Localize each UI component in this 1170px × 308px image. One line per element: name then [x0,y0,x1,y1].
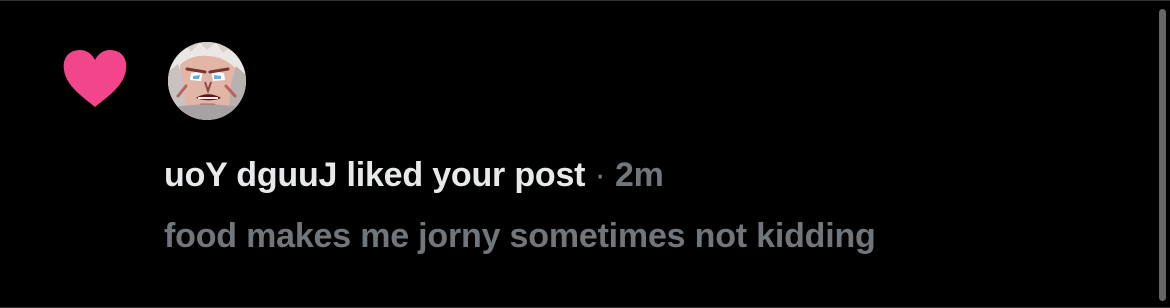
notification-action: liked your post [337,156,586,194]
actor-name[interactable]: uoY dguuJ [164,156,337,194]
heart-icon [62,49,128,109]
notification-time: 2m [614,156,664,194]
post-snippet[interactable]: food makes me jorny sometimes not kiddin… [164,212,876,260]
time-separator: · [585,156,615,194]
like-notification[interactable]: uoY dguuJ liked your post · 2m food make… [0,0,1170,308]
anime-character-avatar-icon [168,42,246,120]
avatar[interactable] [168,42,246,120]
vertical-scrollbar[interactable] [1159,9,1166,301]
notification-headline: uoY dguuJ liked your post · 2m [164,151,664,199]
